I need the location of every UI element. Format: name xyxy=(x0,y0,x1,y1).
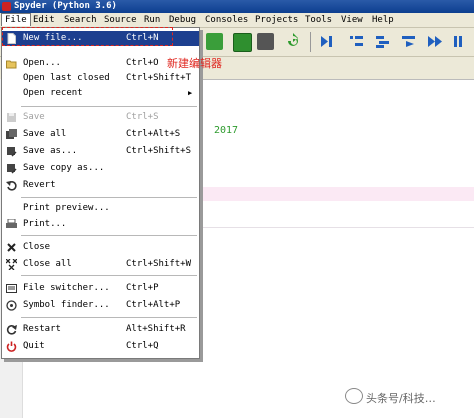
menu-item-file-switcher[interactable]: File switcher... Ctrl+P xyxy=(2,281,199,296)
menu-item-revert[interactable]: Revert xyxy=(2,178,199,193)
menu-item-open-last-closed[interactable]: Open last closed Ctrl+Shift+T xyxy=(2,71,199,86)
menu-view[interactable]: View xyxy=(338,14,366,26)
submenu-arrow-icon: ▶ xyxy=(188,89,193,97)
file-menu-dropdown: New file... Ctrl+N Open... Ctrl+O Open l… xyxy=(1,27,200,359)
menu-item-symbol-finder[interactable]: Symbol finder... Ctrl+Alt+P xyxy=(2,298,199,313)
menu-item-restart[interactable]: Restart Alt+Shift+R xyxy=(2,322,199,337)
print-icon xyxy=(6,218,17,230)
step-into-icon[interactable] xyxy=(285,33,302,50)
menu-separator xyxy=(21,317,197,318)
window-title-bar: Spyder (Python 3.6) xyxy=(0,0,474,13)
annotation-dashed-box xyxy=(2,27,173,46)
annotation-label: 新建编辑器 xyxy=(167,57,222,70)
menu-item-save-as[interactable]: Save as... Ctrl+Shift+S xyxy=(2,144,199,159)
run-selection-icon[interactable] xyxy=(257,33,274,50)
menu-item-open-recent[interactable]: Open recent ▶ xyxy=(2,86,199,101)
continue-debug-icon[interactable] xyxy=(400,33,417,50)
menu-separator xyxy=(21,235,197,236)
menu-run[interactable]: Run xyxy=(141,14,163,26)
restart-icon xyxy=(6,324,17,335)
file-switcher-icon xyxy=(6,283,17,294)
menu-item-print-preview[interactable]: Print preview... xyxy=(2,201,199,216)
menu-projects[interactable]: Projects xyxy=(252,14,301,26)
save-all-icon xyxy=(6,129,17,140)
close-all-icon xyxy=(5,258,18,271)
menu-consoles[interactable]: Consoles xyxy=(202,14,251,26)
watermark-logo-icon xyxy=(345,388,363,404)
fast-forward-icon[interactable] xyxy=(426,33,443,50)
menu-item-save[interactable]: Save Ctrl+S xyxy=(2,110,199,125)
menu-item-close[interactable]: Close xyxy=(2,240,199,255)
revert-icon xyxy=(6,180,17,191)
symbol-finder-icon xyxy=(6,300,17,311)
power-icon xyxy=(6,341,17,352)
save-icon xyxy=(6,112,17,123)
toolbar-separator xyxy=(310,32,311,52)
window-title: Spyder (Python 3.6) xyxy=(14,1,117,11)
menu-item-close-all[interactable]: Close all Ctrl+Shift+W xyxy=(2,257,199,272)
run-cell-advance-icon[interactable] xyxy=(233,33,252,52)
menu-source[interactable]: Source xyxy=(101,14,140,26)
run-cell-icon[interactable] xyxy=(206,33,223,50)
save-as-icon xyxy=(6,146,17,157)
watermark-text: 头条号/科技… xyxy=(366,392,436,405)
step-icon[interactable] xyxy=(348,33,365,50)
debug-icon[interactable] xyxy=(318,33,335,50)
step-return-icon[interactable] xyxy=(374,33,391,50)
menu-debug[interactable]: Debug xyxy=(166,14,199,26)
menu-separator xyxy=(21,106,197,107)
save-copy-icon xyxy=(6,163,17,174)
stop-debug-icon[interactable] xyxy=(452,33,469,50)
menu-item-print[interactable]: Print... xyxy=(2,217,199,232)
open-folder-icon xyxy=(6,58,17,69)
spyder-logo-icon xyxy=(2,2,11,11)
menu-search[interactable]: Search xyxy=(61,14,100,26)
menu-bar: File Edit Search Source Run Debug Consol… xyxy=(0,13,474,28)
menu-separator xyxy=(21,197,197,198)
code-date-text: 2017 xyxy=(214,125,239,136)
menu-item-save-copy-as[interactable]: Save copy as... xyxy=(2,161,199,176)
menu-tools[interactable]: Tools xyxy=(302,14,335,26)
menu-help[interactable]: Help xyxy=(369,14,397,26)
menu-separator xyxy=(21,275,197,276)
menu-item-save-all[interactable]: Save all Ctrl+Alt+S xyxy=(2,127,199,142)
menu-edit[interactable]: Edit xyxy=(30,14,58,26)
menu-file[interactable]: File xyxy=(1,13,31,26)
close-icon xyxy=(6,242,17,253)
menu-item-quit[interactable]: Quit Ctrl+Q xyxy=(2,339,199,354)
